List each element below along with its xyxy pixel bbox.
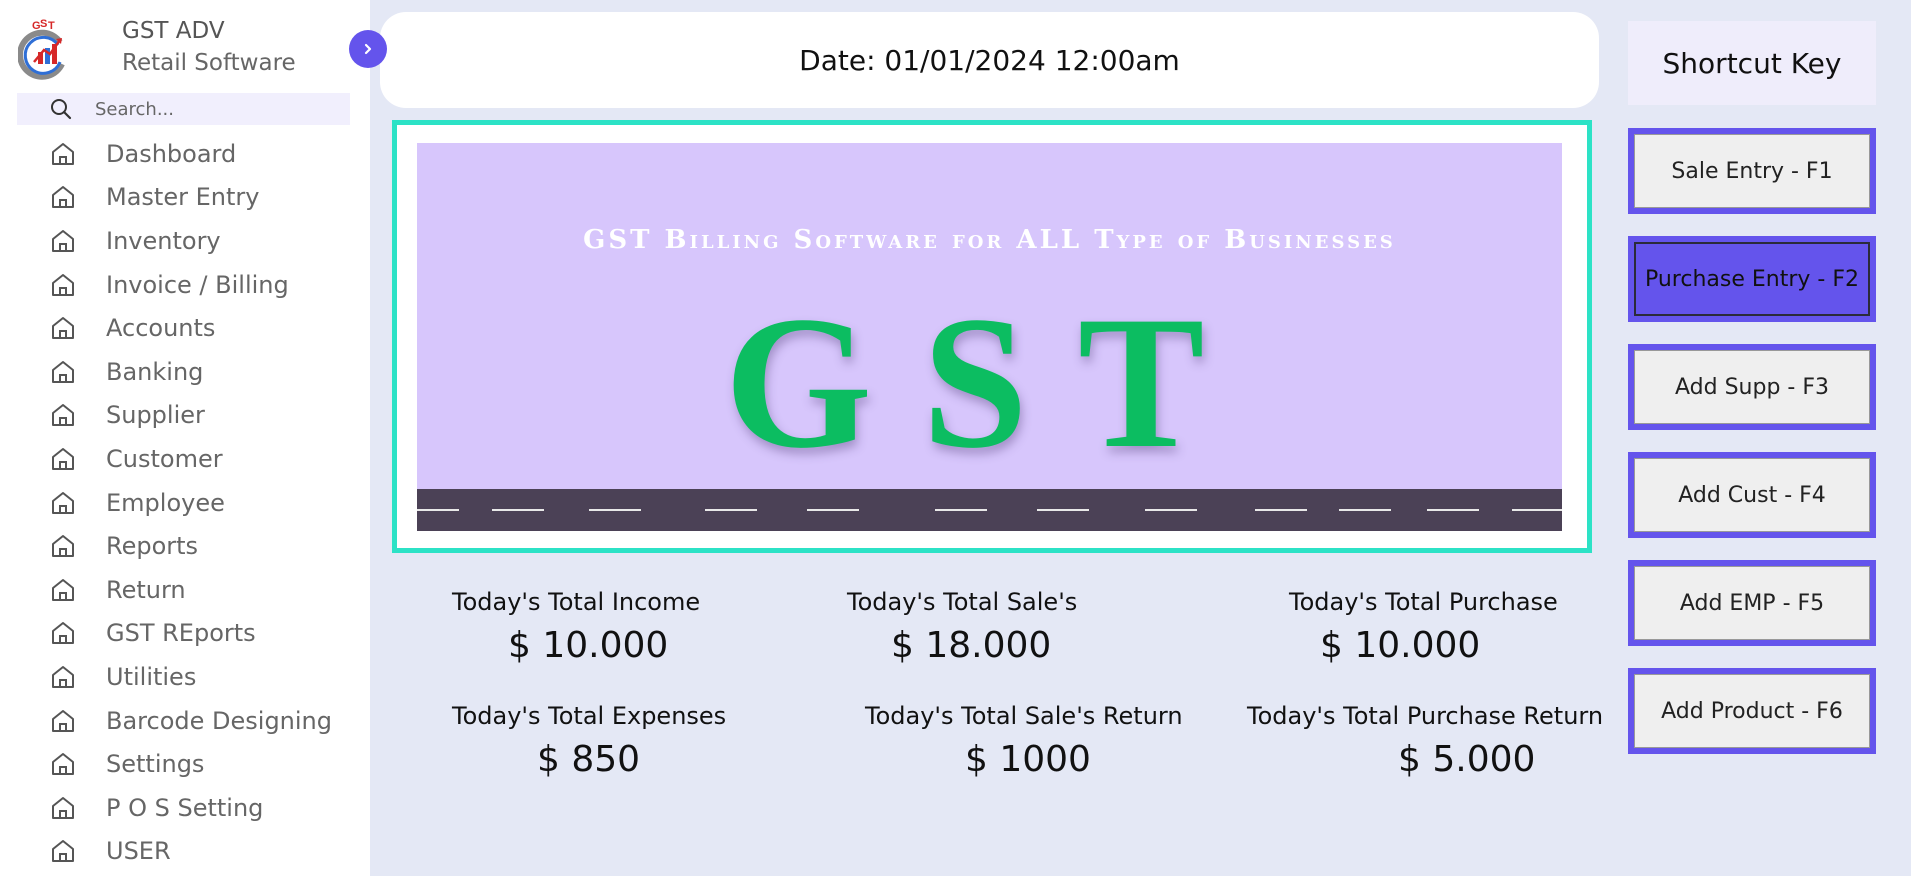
sidebar-item-label: Inventory xyxy=(106,226,221,255)
sidebar-item-settings[interactable]: Settings xyxy=(0,742,370,786)
sidebar-item-label: Settings xyxy=(106,750,205,779)
stat-expenses-label: Today's Total Expenses xyxy=(452,702,727,730)
sidebar-item-inventory[interactable]: Inventory xyxy=(0,219,370,263)
sidebar-item-label: Invoice / Billing xyxy=(106,270,289,299)
sidebar-item-reports[interactable]: Reports xyxy=(0,524,370,568)
stat-purchase-value: $ 10.000 xyxy=(1320,625,1481,666)
home-icon xyxy=(52,622,74,645)
sidebar-item-label: USER xyxy=(106,837,171,866)
sidebar-item-label: Dashboard xyxy=(106,139,237,168)
sidebar-item-label: Customer xyxy=(106,444,223,473)
sidebar-item-label: GST REports xyxy=(106,619,256,648)
sidebar-item-employee[interactable]: Employee xyxy=(0,481,370,525)
home-icon xyxy=(52,535,74,558)
stat-income-label: Today's Total Income xyxy=(452,588,701,616)
stat-sale-return-label: Today's Total Sale's Return xyxy=(865,702,1183,730)
home-icon xyxy=(52,709,74,732)
banner-frame: GST Billing Software for ALL Type of Bus… xyxy=(392,120,1592,553)
road-decoration xyxy=(417,489,1562,531)
stat-sale-value: $ 18.000 xyxy=(891,625,1052,666)
home-icon xyxy=(52,491,74,514)
sidebar-item-invoice-billing[interactable]: Invoice / Billing xyxy=(0,263,370,307)
home-icon xyxy=(52,273,74,296)
home-icon xyxy=(52,317,74,340)
stat-sale-return-value: $ 1000 xyxy=(965,739,1091,780)
sidebar-item-pos-setting[interactable]: P O S Setting xyxy=(0,786,370,830)
home-icon xyxy=(52,186,74,209)
home-icon xyxy=(52,142,74,165)
stat-purchase-return-value: $ 5.000 xyxy=(1398,739,1536,780)
sidebar-item-user[interactable]: USER xyxy=(0,830,370,874)
sidebar-item-label: Banking xyxy=(106,357,204,386)
sidebar-item-dashboard[interactable]: Dashboard xyxy=(0,132,370,176)
gst-logo-icon: G S T xyxy=(17,18,74,80)
search-box xyxy=(17,93,350,125)
stat-purchase-return-label: Today's Total Purchase Return xyxy=(1247,702,1604,730)
home-icon xyxy=(52,578,74,601)
add-customer-label: Add Cust - F4 xyxy=(1634,458,1870,532)
sidebar-item-gst-reports[interactable]: GST REports xyxy=(0,612,370,656)
sidebar-item-customer[interactable]: Customer xyxy=(0,437,370,481)
sidebar-item-return[interactable]: Return xyxy=(0,568,370,612)
home-icon xyxy=(52,665,74,688)
home-icon xyxy=(52,840,74,863)
sidebar-item-label: Return xyxy=(106,575,186,604)
home-icon xyxy=(52,447,74,470)
purchase-entry-button[interactable]: Purchase Entry - F2 xyxy=(1628,236,1876,322)
svg-text:S: S xyxy=(40,18,47,30)
home-icon xyxy=(52,796,74,819)
add-employee-button[interactable]: Add EMP - F5 xyxy=(1628,560,1876,646)
banner-image: GST Billing Software for ALL Type of Bus… xyxy=(417,143,1562,531)
add-customer-button[interactable]: Add Cust - F4 xyxy=(1628,452,1876,538)
add-product-button[interactable]: Add Product - F6 xyxy=(1628,668,1876,754)
home-icon xyxy=(52,404,74,427)
sidebar-toggle-button[interactable] xyxy=(349,30,387,68)
date-display: Date: 01/01/2024 12:00am xyxy=(380,12,1599,108)
search-input[interactable] xyxy=(95,98,325,120)
sale-entry-button[interactable]: Sale Entry - F1 xyxy=(1628,128,1876,214)
app-name: GST ADV xyxy=(122,18,225,44)
sidebar-nav: Dashboard Master Entry Inventory Invoice… xyxy=(0,132,370,873)
stat-income-value: $ 10.000 xyxy=(508,625,669,666)
stat-purchase-label: Today's Total Purchase xyxy=(1289,588,1558,616)
sidebar-item-barcode-designing[interactable]: Barcode Designing xyxy=(0,699,370,743)
add-supplier-button[interactable]: Add Supp - F3 xyxy=(1628,344,1876,430)
sidebar-item-label: Reports xyxy=(106,532,199,561)
home-icon xyxy=(52,360,74,383)
stat-sale-label: Today's Total Sale's xyxy=(847,588,1078,616)
home-icon xyxy=(52,753,74,776)
sidebar-item-banking[interactable]: Banking xyxy=(0,350,370,394)
banner-logo-text: GST xyxy=(724,278,1255,488)
shortcut-key-title: Shortcut Key xyxy=(1628,21,1876,105)
sidebar-item-label: P O S Setting xyxy=(106,793,264,822)
chevron-right-icon xyxy=(364,43,372,55)
sidebar-item-accounts[interactable]: Accounts xyxy=(0,306,370,350)
sidebar-item-supplier[interactable]: Supplier xyxy=(0,394,370,438)
sidebar-item-utilities[interactable]: Utilities xyxy=(0,655,370,699)
sale-entry-label: Sale Entry - F1 xyxy=(1634,134,1870,208)
sidebar: G S T GST ADV Retail Software Dashboard … xyxy=(0,0,370,876)
svg-text:T: T xyxy=(48,20,55,32)
app-subtitle: Retail Software xyxy=(122,50,296,76)
sidebar-item-label: Employee xyxy=(106,488,225,517)
stat-expenses-value: $ 850 xyxy=(537,739,641,780)
add-supplier-label: Add Supp - F3 xyxy=(1634,350,1870,424)
sidebar-item-master-entry[interactable]: Master Entry xyxy=(0,176,370,220)
home-icon xyxy=(52,229,74,252)
add-product-label: Add Product - F6 xyxy=(1634,674,1870,748)
sidebar-item-label: Supplier xyxy=(106,401,205,430)
banner-tagline: GST Billing Software for ALL Type of Bus… xyxy=(583,225,1396,255)
sidebar-item-label: Barcode Designing xyxy=(106,706,332,735)
sidebar-item-label: Accounts xyxy=(106,314,216,343)
add-employee-label: Add EMP - F5 xyxy=(1634,566,1870,640)
purchase-entry-label: Purchase Entry - F2 xyxy=(1634,242,1870,316)
sidebar-item-label: Utilities xyxy=(106,662,197,691)
sidebar-item-label: Master Entry xyxy=(106,183,260,212)
search-icon xyxy=(51,99,72,120)
